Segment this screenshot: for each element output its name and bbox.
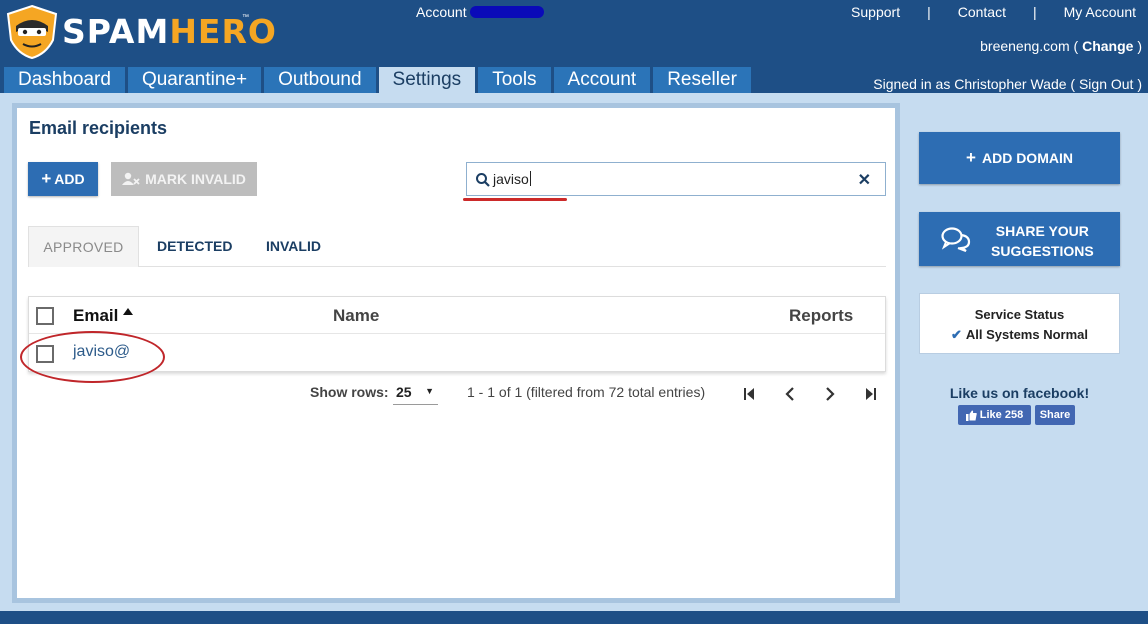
nav-tab-quarantine[interactable]: Quarantine+ bbox=[127, 67, 262, 93]
domain-paren-close: ) bbox=[1133, 38, 1142, 54]
contact-link[interactable]: Contact bbox=[958, 4, 1006, 20]
search-value: javiso bbox=[493, 171, 529, 187]
facebook-like-button[interactable]: Like 258 bbox=[958, 405, 1031, 425]
dropdown-caret-icon: ▼ bbox=[425, 386, 434, 396]
annotation-underline bbox=[463, 198, 567, 201]
account-redaction bbox=[470, 6, 544, 18]
service-status[interactable]: Service Status ✔ All Systems Normal bbox=[919, 293, 1120, 354]
service-status-line: ✔ All Systems Normal bbox=[920, 327, 1119, 343]
tab-detected[interactable]: DETECTED bbox=[157, 226, 232, 267]
share-suggestions-button[interactable]: SHARE YOUR SUGGESTIONS bbox=[919, 212, 1120, 266]
show-rows-label: Show rows: bbox=[310, 384, 389, 400]
range-info: 1 - 1 of 1 (filtered from 72 total entri… bbox=[467, 384, 706, 400]
previous-page-icon[interactable] bbox=[785, 387, 795, 401]
facebook-like-label: Like 258 bbox=[979, 409, 1024, 421]
link-separator: | bbox=[927, 4, 931, 20]
rows-per-page-select[interactable]: 25 ▼ bbox=[393, 384, 438, 405]
my-account-link[interactable]: My Account bbox=[1064, 4, 1136, 20]
annotation-circle bbox=[20, 331, 165, 383]
column-name[interactable]: Name bbox=[333, 306, 379, 326]
add-domain-label: ADD DOMAIN bbox=[981, 150, 1073, 166]
nav-tab-outbound[interactable]: Outbound bbox=[264, 67, 376, 93]
footer-band bbox=[0, 611, 1148, 624]
share-line-1: SHARE YOUR bbox=[995, 223, 1089, 239]
mark-invalid-button[interactable]: MARK INVALID bbox=[111, 162, 257, 196]
table-header: Email Name Reports bbox=[29, 297, 885, 334]
service-status-title: Service Status bbox=[974, 307, 1065, 322]
user-x-icon bbox=[122, 172, 140, 185]
account-label: Account bbox=[416, 4, 467, 20]
facebook-share-button[interactable]: Share bbox=[1035, 405, 1075, 425]
thumbs-up-icon bbox=[965, 410, 977, 421]
search-input[interactable]: javiso ✕ bbox=[466, 162, 886, 196]
header: SPAMHERO ™ Account Support | Contact | M… bbox=[0, 0, 1148, 93]
mark-invalid-label: MARK INVALID bbox=[145, 171, 246, 187]
select-all-checkbox[interactable] bbox=[36, 307, 54, 325]
clear-search-icon[interactable]: ✕ bbox=[858, 170, 871, 190]
current-domain: breeneng.com ( Change ) bbox=[980, 38, 1142, 54]
first-page-icon[interactable] bbox=[743, 387, 755, 401]
add-domain-button[interactable]: + ADD DOMAIN bbox=[919, 132, 1120, 184]
nav-tab-reseller[interactable]: Reseller bbox=[653, 67, 751, 93]
pagination: Show rows: 25 ▼ 1 - 1 of 1 (filtered fro… bbox=[17, 384, 887, 405]
share-suggestions-text: SHARE YOUR SUGGESTIONS bbox=[991, 221, 1094, 261]
search-icon bbox=[476, 173, 490, 187]
chat-bubbles-icon bbox=[941, 227, 971, 252]
domain-name: breeneng.com bbox=[980, 38, 1070, 54]
nav-tab-tools[interactable]: Tools bbox=[478, 67, 551, 93]
domain-paren-open: ( bbox=[1069, 38, 1083, 54]
logo-spam: SPAM bbox=[62, 12, 170, 51]
nav-tab-dashboard[interactable]: Dashboard bbox=[4, 67, 125, 93]
share-line-2: SUGGESTIONS bbox=[991, 243, 1094, 259]
support-link[interactable]: Support bbox=[851, 4, 900, 20]
recipient-tabs: APPROVED DETECTED INVALID bbox=[28, 226, 886, 267]
service-status-text: All Systems Normal bbox=[965, 327, 1088, 342]
change-domain-link[interactable]: Change bbox=[1082, 38, 1133, 54]
next-page-icon[interactable] bbox=[825, 387, 835, 401]
facebook-title: Like us on facebook! bbox=[949, 385, 1090, 401]
tab-invalid[interactable]: INVALID bbox=[266, 226, 321, 267]
column-email[interactable]: Email bbox=[73, 306, 118, 326]
plus-icon: + bbox=[41, 169, 52, 188]
top-links: Support | Contact | My Account bbox=[851, 4, 1136, 20]
nav-tab-settings[interactable]: Settings bbox=[378, 67, 476, 93]
signed-in-info[interactable]: Signed in as Christopher Wade ( Sign Out… bbox=[873, 76, 1142, 92]
rows-per-page-value: 25 bbox=[396, 384, 412, 400]
logo-trademark: ™ bbox=[242, 14, 249, 21]
main-nav: Dashboard Quarantine+ Outbound Settings … bbox=[4, 67, 751, 93]
last-page-icon[interactable] bbox=[865, 387, 877, 401]
nav-tab-account[interactable]: Account bbox=[553, 67, 651, 93]
plus-icon: + bbox=[966, 148, 976, 167]
page-title: Email recipients bbox=[29, 118, 168, 138]
logo-hero: HERO bbox=[169, 12, 277, 51]
tab-approved[interactable]: APPROVED bbox=[28, 226, 139, 267]
checkmark-icon: ✔ bbox=[950, 327, 962, 342]
link-separator: | bbox=[1032, 4, 1037, 20]
add-button[interactable]: + ADD bbox=[28, 162, 98, 196]
column-reports[interactable]: Reports bbox=[789, 306, 853, 326]
add-button-label: ADD bbox=[54, 171, 85, 187]
logo-shield-icon bbox=[6, 4, 58, 60]
sort-ascending-icon bbox=[123, 308, 133, 315]
